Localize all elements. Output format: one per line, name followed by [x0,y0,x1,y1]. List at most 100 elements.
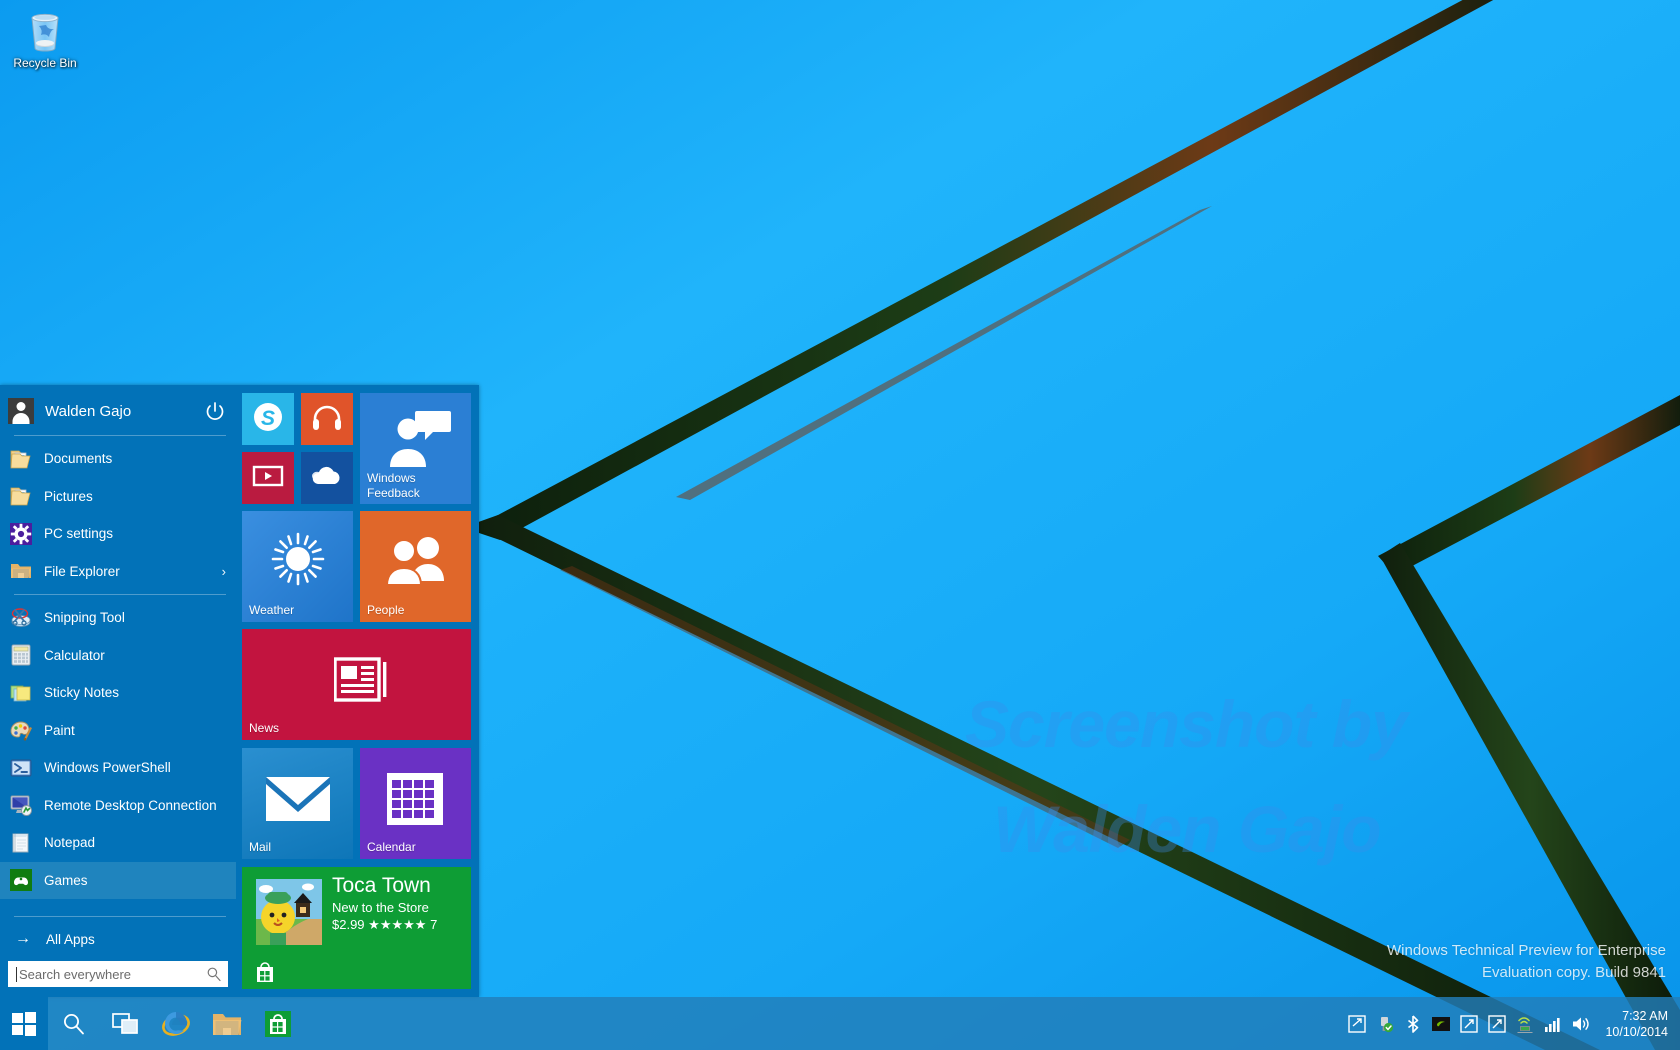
tray-volume[interactable] [1570,1013,1592,1035]
start-item-calculator[interactable]: Calculator [0,637,236,675]
internet-explorer-icon [161,1011,190,1036]
desktop-icon-recycle-bin[interactable]: Recycle Bin [6,4,84,70]
power-button[interactable] [204,400,226,422]
tray-app-2[interactable] [1486,1013,1508,1035]
tray-network-laptop[interactable] [1514,1013,1536,1035]
user-name: Walden Gajo [45,402,132,420]
chevron-up-icon [1348,1014,1367,1033]
tile-onedrive[interactable] [301,452,353,504]
calendar-grid-icon [387,773,443,825]
tray-nvidia-settings[interactable] [1430,1013,1452,1035]
all-apps-label: All Apps [46,931,95,947]
tray-bluetooth[interactable] [1402,1013,1424,1035]
remote-desktop-icon [8,792,34,818]
cloud-icon [312,467,340,485]
pc-settings-gear-icon [8,521,34,547]
tile-windows-feedback[interactable]: Windows Feedback [360,393,471,504]
tray-safely-remove-hardware[interactable] [1374,1013,1396,1035]
start-item-remote-desktop-connection[interactable]: Remote Desktop Connection [0,787,236,825]
start-item-label: Pictures [44,488,93,504]
start-item-label: Sticky Notes [44,685,120,701]
tile-label: Windows Feedback [367,471,420,500]
chevron-right-icon: › [221,563,226,579]
power-icon [206,402,224,420]
taskbar-file-explorer-button[interactable] [201,997,252,1050]
tile-people[interactable]: People [360,511,471,622]
taskbar[interactable]: 7:32 AM 10/10/2014 [0,997,1680,1050]
start-item-label: Windows PowerShell [44,760,171,776]
tray-show-hidden-icons[interactable] [1346,1013,1368,1035]
wireless-laptop-icon [1517,1016,1534,1033]
clock[interactable]: 7:32 AM 10/10/2014 [1605,1008,1668,1040]
tile-weather[interactable]: Weather [242,511,353,622]
nvidia-icon [1432,1016,1451,1031]
text-caret [16,966,17,982]
search-box[interactable] [8,961,228,987]
envelope-icon [266,777,330,821]
toca-rating-count: 7 [430,917,438,932]
divider [14,916,226,917]
all-apps-button[interactable]: → All Apps [0,921,236,957]
taskbar-search-button[interactable] [48,997,99,1050]
tile-news[interactable]: News [242,629,471,740]
sun-icon [271,532,325,586]
tile-label: People [367,603,405,617]
toca-town-artwork [256,879,322,945]
start-item-file-explorer[interactable]: File Explorer › [0,553,236,591]
clock-time: 7:32 AM [1622,1008,1668,1023]
start-menu[interactable]: Walden Gajo Documents Pictures PC settin… [0,385,479,997]
start-item-notepad[interactable]: Notepad [0,824,236,862]
tile-skype[interactable]: S [242,393,294,445]
taskbar-task-view-button[interactable] [99,997,150,1050]
tile-video[interactable] [242,452,294,504]
start-item-label: Notepad [44,835,96,851]
search-input[interactable] [19,966,206,982]
search-magnifier-icon[interactable] [206,966,222,982]
documents-folder-icon [8,446,34,472]
start-item-pc-settings[interactable]: PC settings [0,515,236,553]
file-explorer-icon [212,1013,241,1035]
start-item-label: File Explorer [44,563,120,579]
usb-check-icon [1381,1016,1394,1032]
sticky-notes-icon [8,680,34,706]
tile-music[interactable] [301,393,353,445]
tray-signal-strength[interactable] [1542,1013,1564,1035]
notepad-icon [8,830,34,856]
divider [14,594,226,595]
generic-app-icon [1460,1014,1479,1033]
pictures-folder-icon [8,483,34,509]
calculator-icon [8,642,34,668]
system-tray[interactable]: 7:32 AM 10/10/2014 [1343,997,1680,1050]
start-item-sticky-notes[interactable]: Sticky Notes [0,674,236,712]
taskbar-store-button[interactable] [252,997,303,1050]
tile-calendar[interactable]: Calendar [360,748,471,859]
start-item-pictures[interactable]: Pictures [0,478,236,516]
start-menu-left-panel: Walden Gajo Documents Pictures PC settin… [0,385,236,997]
start-item-windows-powershell[interactable]: Windows PowerShell [0,749,236,787]
start-item-snipping-tool[interactable]: Snipping Tool [0,599,236,637]
user-account-row[interactable]: Walden Gajo [0,391,236,431]
tile-toca-town[interactable]: Toca Town New to the Store $2.99 ★★★★★ 7 [242,867,471,989]
tile-label: Mail [249,840,272,854]
svg-text:S: S [261,407,275,430]
tile-grid: S Windows Feedback Weather People News M… [242,393,473,989]
start-item-documents[interactable]: Documents [0,440,236,478]
start-item-paint[interactable]: Paint [0,712,236,750]
generic-app-icon [1488,1014,1507,1033]
start-item-label: Documents [44,451,113,467]
tray-app-1[interactable] [1458,1013,1480,1035]
start-item-games[interactable]: Games [0,861,236,899]
clock-date: 10/10/2014 [1605,1024,1668,1039]
start-button[interactable] [0,997,48,1050]
recycle-bin-icon [31,13,59,52]
paint-palette-icon [8,717,34,743]
store-bag-icon [257,962,273,982]
bluetooth-icon [1408,1014,1419,1033]
start-item-label: Paint [44,722,75,738]
arrow-right-icon: → [15,930,31,947]
toca-price: $2.99 [332,917,365,932]
tile-mail[interactable]: Mail [242,748,353,859]
taskbar-internet-explorer-button[interactable] [150,997,201,1050]
build-watermark-line-1: Windows Technical Preview for Enterprise [1386,942,1666,959]
tile-label: News [249,721,280,735]
